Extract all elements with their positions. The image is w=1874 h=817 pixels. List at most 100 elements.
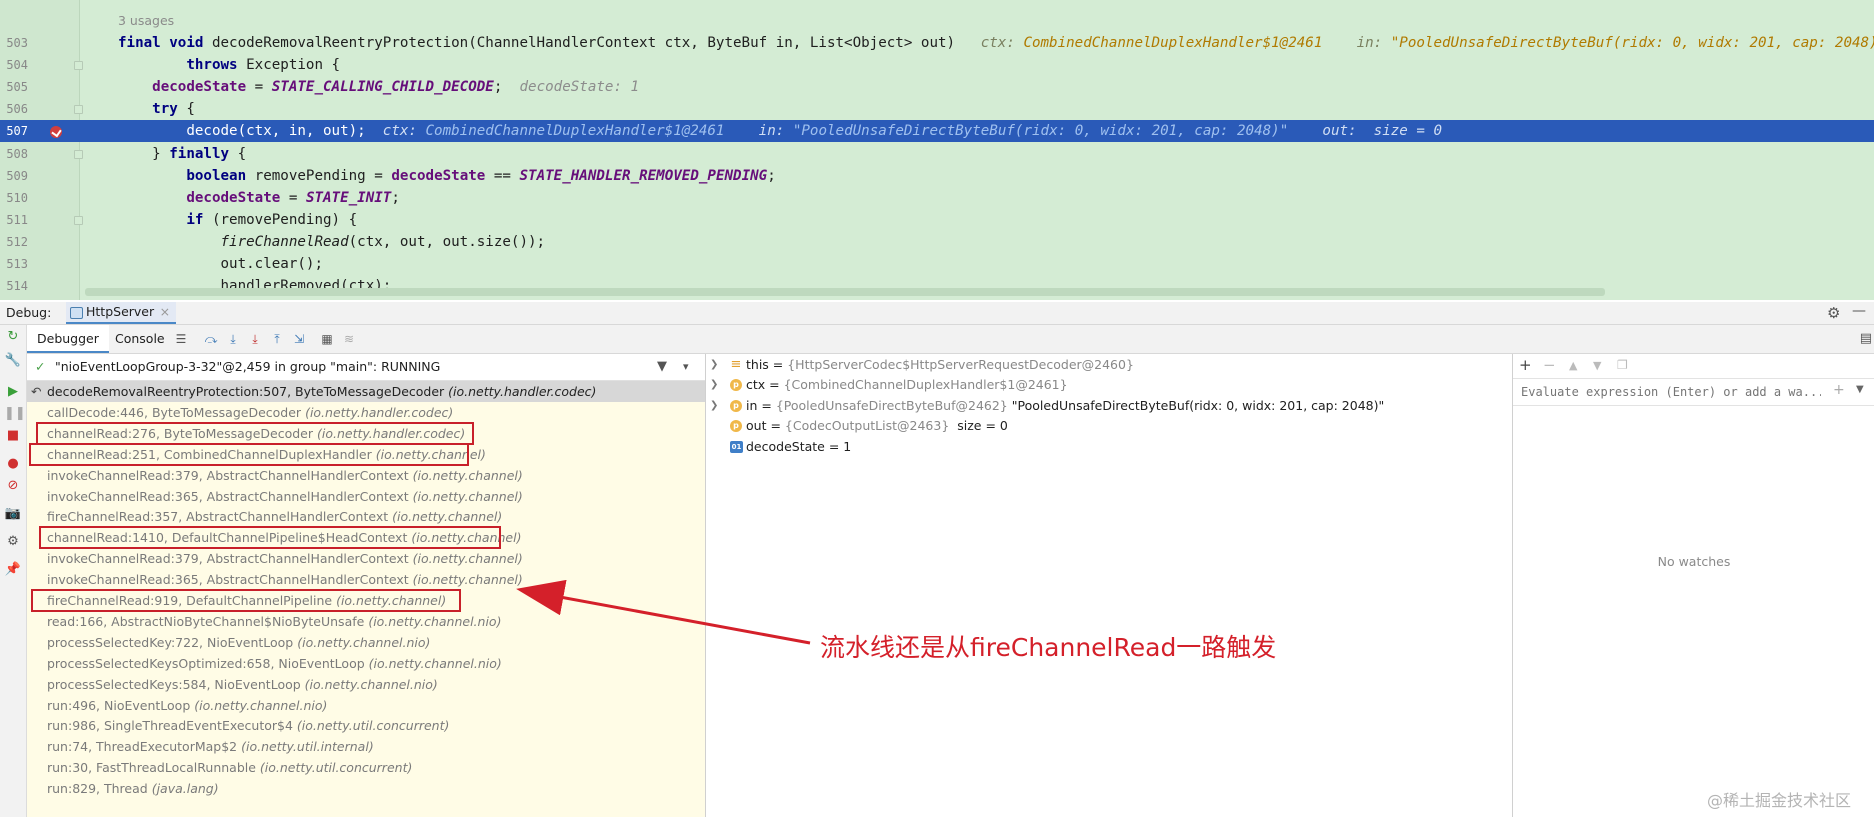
code-editor[interactable]: 3 usages 503 final void decodeRemovalReen… xyxy=(0,0,1874,300)
stack-frame[interactable]: read:166, AbstractNioByteChannel$NioByte… xyxy=(27,611,705,632)
line-number[interactable]: 503 xyxy=(0,32,28,54)
code-token: = xyxy=(246,79,272,96)
stack-frame[interactable]: run:74, ThreadExecutorMap$2 (io.netty.ut… xyxy=(27,736,705,757)
remove-watch-icon[interactable]: − xyxy=(1543,356,1556,374)
stack-frame[interactable]: run:496, NioEventLoop (io.netty.channel.… xyxy=(27,695,705,716)
run-to-cursor-icon[interactable]: ⇲ xyxy=(290,330,308,348)
watch-expression-row[interactable]: + ▼ xyxy=(1513,379,1874,406)
chevron-down-icon[interactable]: ▾ xyxy=(683,354,689,380)
line-number[interactable]: 510 xyxy=(0,187,28,209)
stack-frame[interactable]: processSelectedKey:722, NioEventLoop (io… xyxy=(27,632,705,653)
mute-breakpoints-icon[interactable]: ⊘ xyxy=(4,477,22,495)
variable-extra: size = 0 xyxy=(953,418,1008,434)
tab-console[interactable]: Console xyxy=(105,325,175,353)
debugger-tabs-bar: Debugger Console ☰ ⤼ ⤓ ⤓ ⤒ ⇲ ▦ ≋ ▤ xyxy=(27,325,1874,354)
filter-icon[interactable]: ▼ xyxy=(657,354,667,380)
chevron-down-icon[interactable]: ▼ xyxy=(1856,384,1864,395)
stop-icon[interactable]: ■ xyxy=(4,427,22,445)
line-number[interactable]: 507 xyxy=(0,120,28,142)
add-watch-icon[interactable]: + xyxy=(1519,356,1532,374)
force-step-into-icon[interactable]: ⤓ xyxy=(246,330,264,348)
pause-icon[interactable]: ❚❚ xyxy=(4,405,26,423)
line-number[interactable]: 514 xyxy=(0,275,28,297)
step-over-icon[interactable]: ⤼ xyxy=(202,330,220,348)
rerun-icon[interactable]: ↻ xyxy=(4,328,22,346)
usages-hint[interactable]: 3 usages xyxy=(118,13,174,28)
stack-frame[interactable]: run:829, Thread (java.lang) xyxy=(27,778,705,799)
variable-text: in = {PooledUnsafeDirectByteBuf@2462} "Po… xyxy=(746,396,1384,416)
stack-frame[interactable]: ↶ decodeRemovalReentryProtection:507, Byt… xyxy=(27,381,705,402)
settings-icon[interactable]: ⚙ xyxy=(4,533,22,551)
code-text: } finally { xyxy=(118,143,246,165)
expand-chevron-icon[interactable]: ❯ xyxy=(710,396,718,416)
stack-frame-label: run:74, ThreadExecutorMap$2 (io.netty.ut… xyxy=(47,736,374,757)
stack-frame[interactable]: callDecode:446, ByteToMessageDecoder (io… xyxy=(27,402,705,423)
stack-frame[interactable]: invokeChannelRead:379, AbstractChannelHa… xyxy=(27,548,705,569)
code-line[interactable]: 504 throws Exception { xyxy=(0,54,1874,76)
code-line[interactable]: 509 boolean removePending = decodeState … xyxy=(0,165,1874,187)
copy-icon[interactable]: ❐ xyxy=(1617,358,1628,372)
wrench-icon[interactable]: 🔧 xyxy=(4,352,22,370)
view-breakpoints-icon[interactable]: ● xyxy=(4,455,22,473)
settings-gear-icon[interactable]: ⚙ xyxy=(1827,304,1840,322)
code-line[interactable]: 513 out.clear(); xyxy=(0,253,1874,275)
step-out-icon[interactable]: ⤒ xyxy=(268,330,286,348)
code-line[interactable]: 503 final void decodeRemovalReentryProtec… xyxy=(0,32,1874,54)
line-number[interactable]: 504 xyxy=(0,54,28,76)
expand-chevron-icon[interactable]: ❯ xyxy=(710,375,718,395)
code-line[interactable]: 511 if (removePending) { xyxy=(0,209,1874,231)
watch-expression-input[interactable] xyxy=(1519,382,1823,402)
move-up-icon[interactable]: ▲ xyxy=(1569,359,1577,372)
resume-icon[interactable]: ▶ xyxy=(4,383,22,401)
code-line[interactable]: 508 } finally { xyxy=(0,143,1874,165)
code-line[interactable]: 510 decodeState = STATE_INIT; xyxy=(0,187,1874,209)
menu-lines-icon[interactable]: ☰ xyxy=(172,330,190,348)
code-line[interactable]: 507 decode(ctx, in, out); ctx: CombinedC… xyxy=(0,120,1874,143)
move-down-icon[interactable]: ▼ xyxy=(1593,359,1601,372)
frame-package: (io.netty.channel.nio) xyxy=(297,634,431,650)
code-line[interactable]: 505 decodeState = STATE_CALLING_CHILD_DE… xyxy=(0,76,1874,98)
fold-marker-icon[interactable] xyxy=(74,215,83,225)
tab-debugger[interactable]: Debugger xyxy=(27,325,109,353)
stack-frame-label: decodeRemovalReentryProtection:507, Byte… xyxy=(47,381,596,402)
fold-marker-icon[interactable] xyxy=(74,149,83,159)
fold-marker-icon[interactable] xyxy=(74,105,83,115)
thread-selector[interactable]: ✓ "nioEventLoopGroup-3-32"@2,459 in grou… xyxy=(27,354,705,381)
stack-frame[interactable]: invokeChannelRead:365, AbstractChannelHa… xyxy=(27,569,705,590)
line-number[interactable]: 508 xyxy=(0,143,28,165)
line-number[interactable]: 513 xyxy=(0,253,28,275)
evaluate-expression-icon[interactable]: ▦ xyxy=(318,330,336,348)
stack-frame[interactable]: fireChannelRead:357, AbstractChannelHand… xyxy=(27,506,705,527)
layout-settings-icon[interactable]: ▤ xyxy=(1860,331,1872,346)
code-line[interactable]: 506 try { xyxy=(0,98,1874,120)
line-number[interactable]: 509 xyxy=(0,165,28,187)
step-into-icon[interactable]: ⤓ xyxy=(224,330,242,348)
line-number[interactable]: 505 xyxy=(0,76,28,98)
stack-frame-label: run:829, Thread (java.lang) xyxy=(47,778,219,799)
run-config-tab[interactable]: HttpServer × xyxy=(66,302,177,324)
close-tab-icon[interactable]: × xyxy=(160,302,170,322)
stack-frame[interactable]: run:986, SingleThreadEventExecutor$4 (io… xyxy=(27,715,705,736)
minimize-icon[interactable]: — xyxy=(1852,303,1866,319)
stack-frame[interactable]: invokeChannelRead:379, AbstractChannelHa… xyxy=(27,465,705,486)
stack-frame[interactable]: run:30, FastThreadLocalRunnable (io.nett… xyxy=(27,757,705,778)
editor-horizontal-scrollbar[interactable] xyxy=(85,288,1605,296)
frame-package: (io.netty.channel.nio) xyxy=(194,697,328,713)
add-to-watches-icon[interactable]: + xyxy=(1833,382,1845,398)
line-number[interactable]: 511 xyxy=(0,209,28,231)
code-token: out: size = 0 xyxy=(1288,123,1442,140)
trace-icon[interactable]: ≋ xyxy=(340,330,358,348)
fold-marker-icon[interactable] xyxy=(74,61,83,71)
breakpoint-icon[interactable] xyxy=(50,126,62,138)
pin-icon[interactable]: 📌 xyxy=(4,561,22,579)
stack-frame[interactable]: invokeChannelRead:365, AbstractChannelHa… xyxy=(27,486,705,507)
line-number[interactable]: 506 xyxy=(0,98,28,120)
variable-text: ctx = {CombinedChannelDuplexHandler$1@24… xyxy=(746,375,1068,395)
camera-icon[interactable]: 📷 xyxy=(4,505,22,523)
code-line[interactable]: 512 fireChannelRead(ctx, out, out.size()… xyxy=(0,231,1874,253)
stack-frame[interactable]: processSelectedKeysOptimized:658, NioEve… xyxy=(27,653,705,674)
expand-chevron-icon[interactable]: ❯ xyxy=(710,355,718,375)
line-number[interactable]: 512 xyxy=(0,231,28,253)
stack-frame[interactable]: processSelectedKeys:584, NioEventLoop (i… xyxy=(27,674,705,695)
